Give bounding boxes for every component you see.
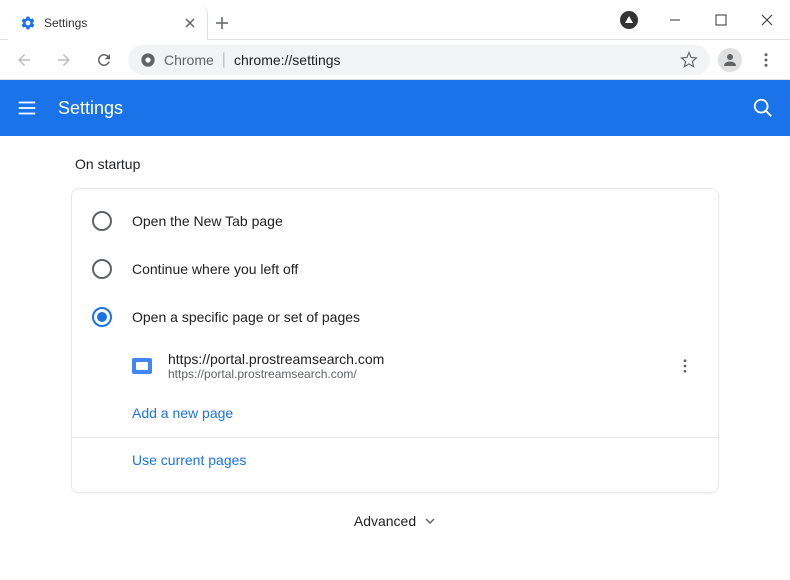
radio-option-continue[interactable]: Continue where you left off — [72, 245, 718, 293]
forward-button[interactable] — [48, 44, 80, 76]
close-window-button[interactable] — [744, 0, 790, 40]
back-button[interactable] — [8, 44, 40, 76]
add-page-row[interactable]: Add a new page — [72, 391, 718, 437]
more-options-icon[interactable] — [672, 353, 698, 379]
page-entry-title: https://portal.prostreamsearch.com — [168, 351, 656, 367]
radio-option-newtab[interactable]: Open the New Tab page — [72, 197, 718, 245]
radio-icon — [92, 307, 112, 327]
advanced-toggle[interactable]: Advanced — [71, 493, 719, 549]
bookmark-icon[interactable] — [680, 51, 698, 69]
add-page-link[interactable]: Add a new page — [132, 405, 233, 421]
radio-icon — [92, 259, 112, 279]
address-bar[interactable]: Chrome | chrome://settings — [128, 45, 710, 75]
user-avatar[interactable] — [718, 48, 742, 72]
page-favicon — [132, 358, 152, 374]
startup-page-row: https://portal.prostreamsearch.com https… — [72, 341, 718, 391]
window-titlebar: Settings — [0, 0, 790, 40]
hamburger-icon[interactable] — [16, 97, 38, 119]
chevron-down-icon — [424, 515, 436, 527]
gear-icon — [20, 15, 36, 31]
close-icon[interactable] — [185, 18, 195, 28]
settings-content[interactable]: On startup Open the New Tab page Continu… — [0, 136, 790, 580]
browser-tab[interactable]: Settings — [8, 6, 208, 40]
page-title: Settings — [58, 98, 732, 119]
page-entry-url: https://portal.prostreamsearch.com/ — [168, 367, 656, 381]
chrome-icon — [140, 52, 156, 68]
address-separator: | — [222, 51, 226, 69]
profile-badge[interactable] — [606, 0, 652, 40]
radio-option-specific[interactable]: Open a specific page or set of pages — [72, 293, 718, 341]
section-title: On startup — [71, 156, 719, 172]
startup-card: Open the New Tab page Continue where you… — [71, 188, 719, 493]
use-current-row[interactable]: Use current pages — [72, 438, 718, 484]
radio-icon — [92, 211, 112, 231]
settings-header: Settings — [0, 80, 790, 136]
radio-label: Continue where you left off — [132, 261, 298, 277]
minimize-button[interactable] — [652, 0, 698, 40]
menu-button[interactable] — [750, 44, 782, 76]
search-icon[interactable] — [752, 97, 774, 119]
maximize-button[interactable] — [698, 0, 744, 40]
tab-title: Settings — [44, 16, 177, 30]
address-prefix: Chrome — [164, 52, 214, 68]
browser-toolbar: Chrome | chrome://settings — [0, 40, 790, 80]
incognito-icon — [620, 11, 638, 29]
window-controls — [652, 0, 790, 39]
radio-label: Open a specific page or set of pages — [132, 309, 360, 325]
advanced-label: Advanced — [354, 513, 416, 529]
address-url: chrome://settings — [234, 52, 341, 68]
use-current-link[interactable]: Use current pages — [132, 452, 246, 468]
new-tab-button[interactable] — [208, 6, 236, 39]
radio-label: Open the New Tab page — [132, 213, 283, 229]
reload-button[interactable] — [88, 44, 120, 76]
